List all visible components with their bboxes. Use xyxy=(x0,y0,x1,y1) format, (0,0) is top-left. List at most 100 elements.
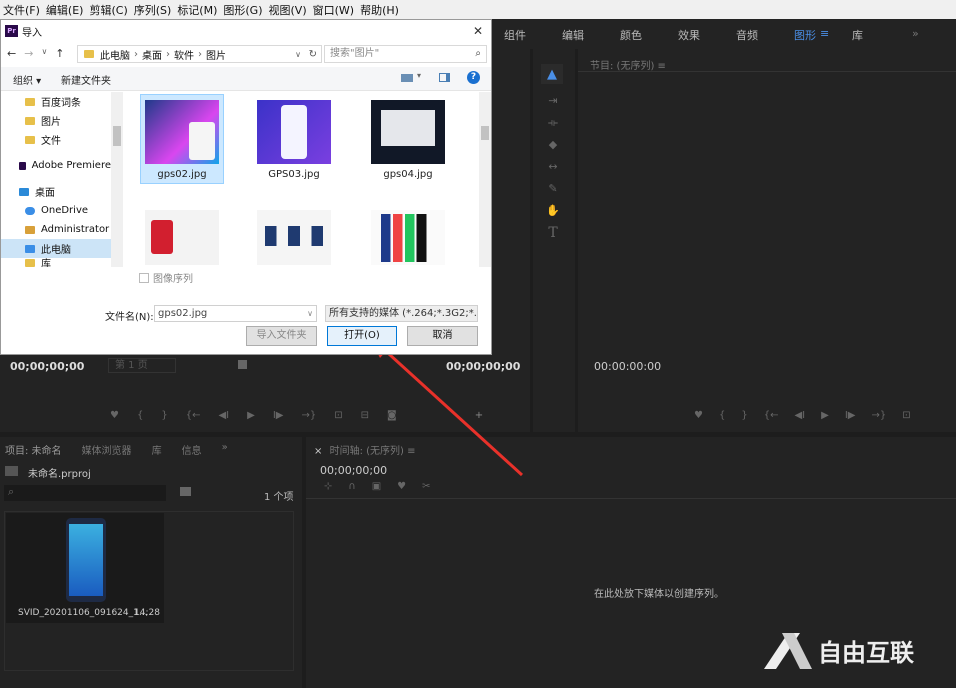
file-thumbnail-6[interactable] xyxy=(371,210,445,265)
go-to-in-icon[interactable]: {← xyxy=(764,410,779,421)
breadcrumb-desktop[interactable]: 桌面 xyxy=(142,47,162,62)
nav-item-files[interactable]: 文件 xyxy=(1,130,111,149)
fit-icon[interactable] xyxy=(238,360,247,369)
view-dropdown-icon[interactable]: ▾ xyxy=(417,71,421,80)
file-name-gps02[interactable]: gps02.jpg xyxy=(137,169,227,180)
link-icon[interactable]: ∩ xyxy=(348,481,355,492)
preview-pane-icon[interactable] xyxy=(439,73,450,82)
files-scrollbar[interactable] xyxy=(479,92,491,267)
menu-help[interactable]: 帮助(H) xyxy=(357,2,402,18)
menu-window[interactable]: 窗口(W) xyxy=(310,2,357,18)
nav-scroll-thumb[interactable] xyxy=(113,126,121,146)
files-scroll-thumb[interactable] xyxy=(481,126,489,140)
nav-item-baidu[interactable]: 百度词条 xyxy=(1,92,111,111)
workspace-audio[interactable]: 音频 xyxy=(736,27,758,43)
tab-libraries[interactable]: 库 xyxy=(152,442,162,457)
menu-sequence[interactable]: 序列(S) xyxy=(131,2,175,18)
new-bin-icon[interactable] xyxy=(180,487,191,496)
track-select-icon[interactable]: ⇥ xyxy=(545,90,561,112)
tab-project[interactable]: 项目: 未命名 xyxy=(5,442,62,457)
nav-item-this-pc[interactable]: 此电脑 xyxy=(1,239,111,258)
filetype-select[interactable]: 所有支持的媒体 (*.264;*.3G2;*. xyxy=(325,305,478,322)
breadcrumb-this-pc[interactable]: 此电脑 xyxy=(100,47,130,62)
hand-icon[interactable]: ✋ xyxy=(545,200,561,222)
nav-scrollbar[interactable] xyxy=(111,92,123,267)
step-back-icon[interactable]: ◀I xyxy=(794,410,805,421)
step-forward-icon[interactable]: I▶ xyxy=(845,410,856,421)
address-bar[interactable]: 此电脑 › 桌面 › 软件 › 图片 ∨ ↻ xyxy=(77,45,322,63)
menu-view[interactable]: 视图(V) xyxy=(266,2,310,18)
linked-select-icon[interactable]: ▣ xyxy=(372,481,381,492)
organize-button[interactable]: 组织 ▾ xyxy=(13,72,41,87)
filename-dropdown-icon[interactable]: ∨ xyxy=(307,306,313,321)
open-button[interactable]: 打开(O) xyxy=(327,326,397,346)
play-icon[interactable]: ▶ xyxy=(821,410,829,421)
file-name-gps03[interactable]: GPS03.jpg xyxy=(249,169,339,180)
type-tool-icon[interactable]: T xyxy=(545,222,561,244)
nav-item-administrator[interactable]: Administrator xyxy=(1,220,111,239)
breadcrumb-software[interactable]: 软件 xyxy=(174,47,194,62)
workspace-editing[interactable]: 编辑 xyxy=(562,27,584,43)
lift-icon[interactable]: ⊡ xyxy=(902,410,910,421)
nav-item-desktop[interactable]: 桌面 xyxy=(1,182,111,201)
refresh-icon[interactable]: ↻ xyxy=(309,49,317,60)
workspace-menu-icon[interactable]: ≡ xyxy=(820,27,829,40)
step-forward-icon[interactable]: I▶ xyxy=(273,410,284,421)
close-icon[interactable]: ✕ xyxy=(473,24,483,38)
file-thumbnail-gps02[interactable] xyxy=(145,100,219,164)
slip-icon[interactable]: ↔ xyxy=(545,156,561,178)
settings-wrench-icon[interactable]: ✂ xyxy=(422,481,430,492)
selection-tool-icon[interactable]: ▲ xyxy=(547,67,557,82)
project-search-input[interactable]: ⌕ xyxy=(4,485,166,501)
marker-icon[interactable]: ♥ xyxy=(694,410,703,421)
menu-edit[interactable]: 编辑(E) xyxy=(43,2,87,18)
add-marker-icon[interactable]: ♥ xyxy=(397,481,406,492)
nav-item-library[interactable]: 库 xyxy=(1,258,111,267)
breadcrumb-pictures[interactable]: 图片 xyxy=(206,47,226,62)
out-point-icon[interactable]: } xyxy=(161,410,167,421)
image-sequence-checkbox[interactable]: 图像序列 xyxy=(139,270,193,285)
file-name-gps04[interactable]: gps04.jpg xyxy=(363,169,453,180)
workspace-graphics[interactable]: 图形 xyxy=(794,27,816,43)
workspace-more[interactable]: » xyxy=(912,27,919,40)
nav-item-pictures[interactable]: 图片 xyxy=(1,111,111,130)
menu-clip[interactable]: 剪辑(C) xyxy=(86,2,130,18)
insert-icon[interactable]: ⊡ xyxy=(334,410,342,421)
file-thumbnail-gps03[interactable] xyxy=(257,100,331,164)
help-icon[interactable]: ? xyxy=(467,71,480,84)
checkbox-box[interactable] xyxy=(139,272,149,283)
go-to-out-icon[interactable]: →} xyxy=(301,410,316,421)
cancel-button[interactable]: 取消 xyxy=(407,326,478,346)
step-back-icon[interactable]: ◀I xyxy=(218,410,229,421)
forward-arrow-icon[interactable]: → xyxy=(24,47,33,60)
menu-graphics[interactable]: 图形(G) xyxy=(220,2,265,18)
address-dropdown-icon[interactable]: ∨ xyxy=(295,50,301,59)
go-to-out-icon[interactable]: →} xyxy=(871,410,886,421)
workspace-assembly[interactable]: 组件 xyxy=(504,27,526,43)
nav-item-onedrive[interactable]: OneDrive xyxy=(1,201,111,220)
timeline-close-icon[interactable]: × xyxy=(314,446,322,457)
search-input[interactable]: 搜索"图片" ⌕ xyxy=(324,45,487,63)
new-folder-button[interactable]: 新建文件夹 xyxy=(61,72,111,87)
file-thumbnail-4[interactable] xyxy=(145,210,219,265)
tab-info[interactable]: 信息 xyxy=(182,442,202,457)
pen-icon[interactable]: ✎ xyxy=(545,178,561,200)
menu-file[interactable]: 文件(F) xyxy=(0,2,43,18)
ripple-edit-icon[interactable]: ⟛ xyxy=(545,112,561,134)
filename-input[interactable]: gps02.jpg ∨ xyxy=(154,305,317,322)
file-thumbnail-gps04[interactable] xyxy=(371,100,445,164)
view-options-icon[interactable] xyxy=(401,74,413,82)
file-thumbnail-5[interactable] xyxy=(257,210,331,265)
back-arrow-icon[interactable]: ← xyxy=(7,47,16,60)
go-to-in-icon[interactable]: {← xyxy=(186,410,201,421)
page-select[interactable]: 第 1 页 xyxy=(108,358,176,373)
recent-chevron-icon[interactable]: ∨ xyxy=(41,47,47,60)
tab-media-browser[interactable]: 媒体浏览器 xyxy=(82,442,132,457)
snap-icon[interactable]: ⊹ xyxy=(324,481,332,492)
play-icon[interactable]: ▶ xyxy=(247,410,255,421)
workspace-color[interactable]: 颜色 xyxy=(620,27,642,43)
in-point-icon[interactable]: { xyxy=(719,410,725,421)
workspace-effects[interactable]: 效果 xyxy=(678,27,700,43)
razor-icon[interactable]: ◆ xyxy=(545,134,561,156)
in-point-icon[interactable]: { xyxy=(137,410,143,421)
